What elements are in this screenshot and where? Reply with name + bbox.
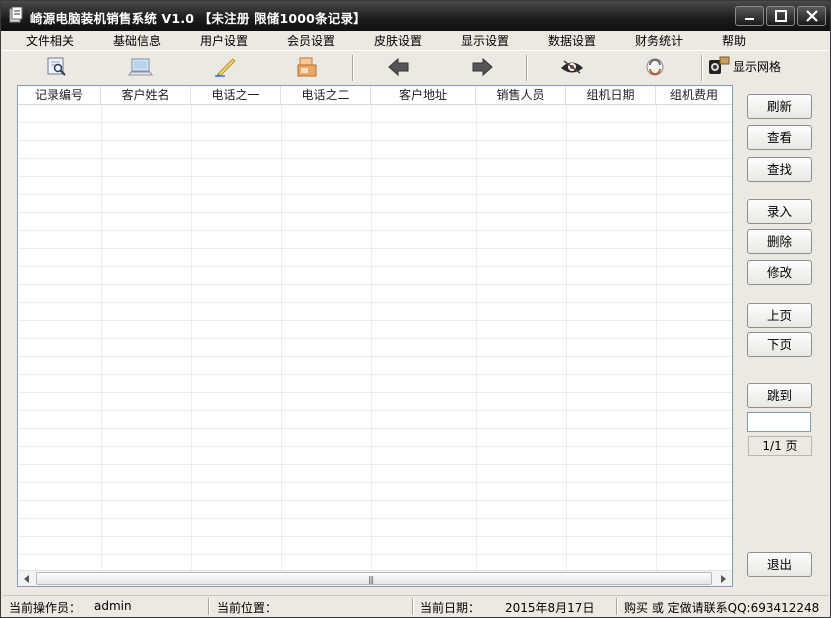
tool-forward-button[interactable] xyxy=(467,55,497,79)
grid-rows[interactable] xyxy=(18,105,732,570)
edit-button[interactable]: 修改 xyxy=(747,260,812,285)
status-bar: 当前操作员： admin 当前位置： 当前日期： 2015年8月17日 购买 或… xyxy=(2,595,829,617)
close-icon xyxy=(806,10,818,22)
date-label: 当前日期： xyxy=(420,601,481,615)
col-build-date[interactable]: 组机日期 xyxy=(566,86,656,105)
tool-monitor-button[interactable] xyxy=(126,55,156,79)
operator-value: admin xyxy=(94,599,132,613)
grid-toggle-icon xyxy=(709,56,730,74)
scroll-grip-icon: ||| xyxy=(368,575,374,584)
add-record-button[interactable]: 录入 xyxy=(747,199,812,224)
exit-button[interactable]: 退出 xyxy=(747,552,812,577)
grid-line xyxy=(371,105,372,570)
grid-line xyxy=(476,105,477,570)
show-grid-toggle[interactable]: 显示网格 xyxy=(708,56,781,76)
col-build-cost[interactable]: 组机费用 xyxy=(656,86,732,105)
scroll-left-icon xyxy=(23,574,29,583)
contact-info: 购买 或 定做请联系QQ:693412248 xyxy=(624,601,820,615)
col-record-id[interactable]: 记录编号 xyxy=(18,86,101,105)
page-number-input[interactable] xyxy=(747,412,811,432)
prev-page-button[interactable]: 上页 xyxy=(747,303,812,328)
window-controls xyxy=(733,6,826,26)
title-bar[interactable]: 崎源电脑装机销售系统 V1.0 【未注册 限储1000条记录】 xyxy=(1,1,830,31)
menu-member-settings[interactable]: 会员设置 xyxy=(287,32,335,49)
maximize-button[interactable] xyxy=(766,6,795,26)
minimize-button[interactable] xyxy=(735,6,764,26)
refresh-icon xyxy=(646,58,664,76)
show-grid-label: 显示网格 xyxy=(733,59,782,74)
scroll-left-button[interactable] xyxy=(19,572,34,585)
location-label: 当前位置： xyxy=(217,601,278,615)
scroll-right-icon xyxy=(720,574,726,583)
col-customer-name[interactable]: 客户姓名 xyxy=(101,86,191,105)
menu-data-settings[interactable]: 数据设置 xyxy=(548,32,596,49)
menu-user-settings[interactable]: 用户设置 xyxy=(200,32,248,49)
delete-button[interactable]: 删除 xyxy=(747,229,812,254)
grid-line xyxy=(281,105,282,570)
col-salesperson[interactable]: 销售人员 xyxy=(476,86,566,105)
next-page-button[interactable]: 下页 xyxy=(747,332,812,357)
status-separator xyxy=(208,598,210,615)
jump-button[interactable]: 跳到 xyxy=(747,383,812,408)
find-button[interactable]: 查找 xyxy=(747,157,812,182)
menu-bar: 文件相关 基础信息 用户设置 会员设置 皮肤设置 显示设置 数据设置 财务统计 … xyxy=(2,31,829,49)
view-button[interactable]: 查看 xyxy=(747,125,812,150)
toolbar-separator xyxy=(701,55,703,81)
scroll-right-button[interactable] xyxy=(715,572,730,585)
menu-file[interactable]: 文件相关 xyxy=(26,32,74,49)
operator-label: 当前操作员： xyxy=(9,601,82,615)
date-value: 2015年8月17日 xyxy=(505,601,595,615)
pen-icon xyxy=(215,58,236,77)
records-grid[interactable]: 记录编号 客户姓名 电话之一 电话之二 客户地址 销售人员 组机日期 组机费用 xyxy=(17,85,733,587)
minimize-icon xyxy=(745,18,754,20)
package-icon xyxy=(297,57,317,77)
search-doc-icon xyxy=(47,57,66,76)
toolbar-separator xyxy=(526,55,528,81)
tool-package-button[interactable] xyxy=(292,55,322,79)
menu-display-settings[interactable]: 显示设置 xyxy=(461,32,509,49)
grid-line xyxy=(101,105,102,570)
col-phone-2[interactable]: 电话之二 xyxy=(281,86,371,105)
tool-back-button[interactable] xyxy=(384,55,414,79)
grid-body: 记录编号 客户姓名 电话之一 电话之二 客户地址 销售人员 组机日期 组机费用 xyxy=(18,86,732,570)
grid-header: 记录编号 客户姓名 电话之一 电话之二 客户地址 销售人员 组机日期 组机费用 xyxy=(18,86,732,105)
app-icon xyxy=(9,6,23,23)
tool-refresh-button[interactable] xyxy=(640,55,670,79)
toolbar: 显示网格 xyxy=(2,50,829,82)
eye-icon xyxy=(561,60,583,74)
scroll-thumb[interactable]: ||| xyxy=(36,572,712,585)
main-window: 崎源电脑装机销售系统 V1.0 【未注册 限储1000条记录】 文件相关 基础信… xyxy=(0,0,831,618)
grid-line xyxy=(656,105,657,570)
menu-finance-stats[interactable]: 财务统计 xyxy=(635,32,683,49)
refresh-button[interactable]: 刷新 xyxy=(747,94,812,119)
tool-search-doc-button[interactable] xyxy=(42,55,72,79)
page-indicator: 1/1 页 xyxy=(748,436,812,456)
grid-line xyxy=(191,105,192,570)
grid-line xyxy=(566,105,567,570)
menu-help[interactable]: 帮助 xyxy=(722,32,746,49)
close-button[interactable] xyxy=(797,6,826,26)
col-phone-1[interactable]: 电话之一 xyxy=(191,86,281,105)
arrow-left-icon xyxy=(388,57,409,77)
toolbar-separator xyxy=(352,55,354,81)
col-customer-address[interactable]: 客户地址 xyxy=(371,86,476,105)
window-title: 崎源电脑装机销售系统 V1.0 【未注册 限储1000条记录】 xyxy=(30,11,366,26)
monitor-icon xyxy=(128,58,153,76)
arrow-right-icon xyxy=(472,57,493,77)
tool-view-button[interactable] xyxy=(557,55,587,79)
status-separator xyxy=(412,598,414,615)
menu-skin-settings[interactable]: 皮肤设置 xyxy=(374,32,422,49)
menu-basic-info[interactable]: 基础信息 xyxy=(113,32,161,49)
horizontal-scrollbar[interactable]: ||| xyxy=(18,570,732,586)
status-separator xyxy=(616,598,618,615)
maximize-icon xyxy=(775,10,787,22)
tool-pen-button[interactable] xyxy=(211,55,241,79)
